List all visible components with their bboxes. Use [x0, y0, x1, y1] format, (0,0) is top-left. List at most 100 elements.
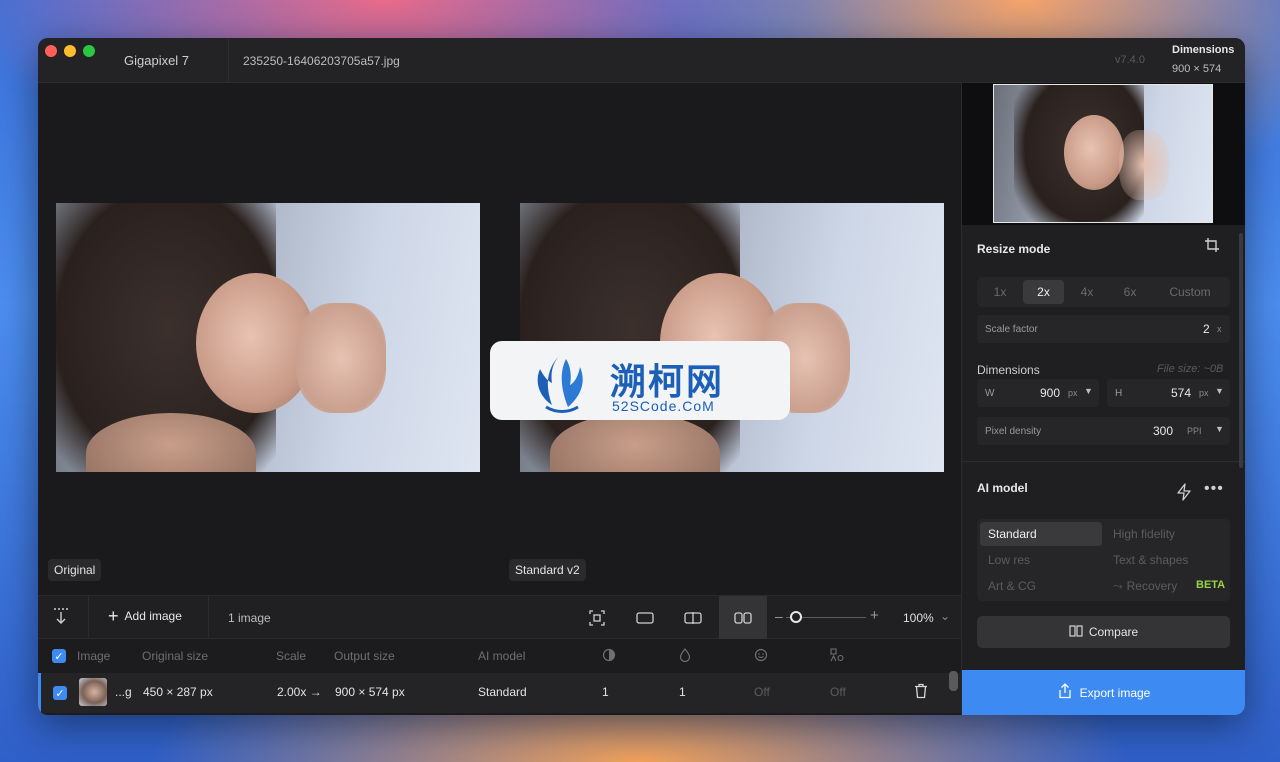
pixel-density-label: Pixel density — [985, 426, 1042, 437]
scale-option-2x[interactable]: 2x — [1023, 280, 1064, 304]
trash-icon[interactable] — [914, 683, 928, 702]
scale-option-1x[interactable]: 1x — [980, 280, 1020, 304]
zoom-slider-handle[interactable] — [790, 611, 802, 623]
original-label: Original — [48, 559, 102, 581]
export-icon — [1058, 683, 1072, 702]
navigator-image[interactable] — [993, 84, 1213, 223]
resize-mode-title: Resize mode — [977, 242, 1051, 256]
width-unit: px — [1068, 388, 1078, 398]
single-view-icon[interactable] — [621, 596, 669, 640]
sidebar-scrollbar[interactable] — [1239, 233, 1243, 468]
watermark-en-text: 52SCode.CoM — [612, 398, 715, 414]
model-option-text-shapes[interactable]: Text & shapes — [1105, 548, 1227, 572]
model-option-low-res[interactable]: Low res — [980, 548, 1102, 572]
bolt-icon[interactable] — [1176, 483, 1192, 505]
processed-image[interactable] — [520, 203, 944, 472]
zoom-in-icon[interactable]: + — [870, 607, 879, 624]
chevron-down-icon[interactable]: ⌄ — [940, 609, 950, 623]
more-options-icon[interactable]: ••• — [1204, 480, 1224, 498]
table-row[interactable]: ✓ ...g 450 × 287 px 2.00x → 900 × 574 px… — [38, 673, 961, 713]
chevron-down-icon[interactable]: ▼ — [1084, 386, 1093, 396]
pixel-density-value[interactable]: 300 — [1153, 424, 1173, 438]
ai-model-title: AI model — [977, 481, 1028, 495]
model-option-art-cg[interactable]: Art & CG — [980, 574, 1102, 598]
pixel-density-unit: PPI — [1187, 426, 1202, 436]
column-header-scale[interactable]: Scale — [276, 649, 306, 663]
export-label: Export image — [1079, 685, 1151, 700]
original-image[interactable] — [56, 203, 480, 472]
height-unit: px — [1199, 388, 1209, 398]
title-bar: Gigapixel 7 235250-16406203705a57.jpg v7… — [38, 38, 1245, 83]
side-by-side-view-icon[interactable] — [719, 596, 767, 640]
crop-icon[interactable] — [1204, 237, 1220, 257]
file-size-label: File size: ~0B — [1157, 363, 1224, 375]
height-value[interactable]: 574 — [1171, 386, 1191, 400]
row-sharpen-value: 1 — [679, 685, 686, 699]
app-title: Gigapixel 7 — [124, 53, 190, 68]
minimize-window-button[interactable] — [64, 45, 76, 57]
width-value[interactable]: 900 — [1040, 386, 1060, 400]
image-thumbnail — [79, 678, 107, 706]
compare-button[interactable]: Compare — [977, 616, 1230, 648]
photo-hand — [296, 303, 386, 413]
row-checkbox[interactable]: ✓ — [53, 686, 67, 700]
ai-model-selector: Standard High fidelity Low res Text & sh… — [977, 519, 1230, 601]
export-image-button[interactable]: Export image — [962, 670, 1245, 715]
photo-hand — [1119, 130, 1169, 200]
scale-factor-value[interactable]: 2 — [1203, 322, 1210, 336]
column-header-original-size[interactable]: Original size — [142, 649, 208, 663]
row-scale[interactable]: 2.00x → — [277, 685, 322, 699]
scale-option-4x[interactable]: 4x — [1067, 280, 1107, 304]
select-all-checkbox[interactable]: ✓ — [52, 649, 66, 663]
row-denoise-value: 1 — [602, 685, 609, 699]
chevron-down-icon[interactable]: ▼ — [1215, 424, 1224, 434]
table-header: ✓ Image Original size Scale Output size … — [38, 639, 961, 673]
watermark: 溯柯网 52SCode.CoM — [490, 341, 790, 420]
row-ai-model[interactable]: Standard — [478, 685, 527, 699]
row-face-recovery-value: Off — [754, 685, 770, 699]
scale-factor-unit: x — [1217, 324, 1222, 334]
zoom-window-button[interactable] — [83, 45, 95, 57]
navigator-preview[interactable] — [962, 83, 1245, 225]
width-field[interactable]: W 900 px ▼ — [977, 379, 1099, 407]
column-header-image[interactable]: Image — [77, 649, 110, 663]
column-header-ai-model[interactable]: AI model — [478, 649, 525, 663]
plus-icon: + — [108, 606, 119, 626]
model-option-high-fidelity[interactable]: High fidelity — [1105, 522, 1227, 546]
zoom-out-icon[interactable]: – — [775, 608, 783, 624]
column-header-output-size[interactable]: Output size — [334, 649, 395, 663]
model-option-recovery[interactable]: ⤳ Recovery — [1105, 574, 1195, 598]
model-label: Standard v2 — [509, 559, 586, 581]
recovery-label: Recovery — [1126, 579, 1178, 593]
focus-view-icon[interactable] — [573, 596, 621, 640]
download-icon[interactable] — [52, 606, 70, 630]
row-output-size: 900 × 574 px — [335, 685, 405, 699]
split-view-icon[interactable] — [669, 596, 717, 640]
zoom-value[interactable]: 100% — [903, 611, 934, 625]
settings-sidebar: Resize mode 1x 2x 4x 6x Custom Scale fac… — [961, 83, 1245, 715]
denoise-icon — [602, 648, 616, 665]
wing-logo-icon — [526, 347, 596, 420]
dimensions-title: Dimensions — [1172, 44, 1235, 56]
height-field[interactable]: H 574 px ▼ — [1107, 379, 1230, 407]
close-window-button[interactable] — [45, 45, 57, 57]
toolbar-divider — [88, 596, 89, 640]
scale-option-custom[interactable]: Custom — [1153, 280, 1227, 304]
scale-factor-field[interactable]: Scale factor 2 x — [977, 315, 1230, 343]
title-divider — [228, 38, 229, 83]
bottom-toolbar: + Add image 1 image – + 100% ⌄ — [38, 595, 961, 640]
droplet-icon — [679, 648, 691, 665]
file-name: 235250-16406203705a57.jpg — [243, 54, 400, 68]
compare-icon — [1069, 624, 1083, 640]
scale-option-6x[interactable]: 6x — [1110, 280, 1150, 304]
preview-canvas[interactable]: Original Standard v2 — [38, 83, 961, 595]
pixel-density-field[interactable]: Pixel density 300 PPI ▼ — [977, 417, 1230, 445]
model-option-standard[interactable]: Standard — [980, 522, 1102, 546]
add-image-button[interactable]: + Add image — [108, 606, 182, 626]
photo-face — [1064, 115, 1124, 190]
chevron-down-icon[interactable]: ▼ — [1215, 386, 1224, 396]
table-scrollbar[interactable] — [949, 671, 958, 691]
app-window: Gigapixel 7 235250-16406203705a57.jpg v7… — [38, 38, 1245, 715]
section-divider — [962, 461, 1245, 462]
recovery-icon: ⤳ — [1113, 578, 1123, 593]
